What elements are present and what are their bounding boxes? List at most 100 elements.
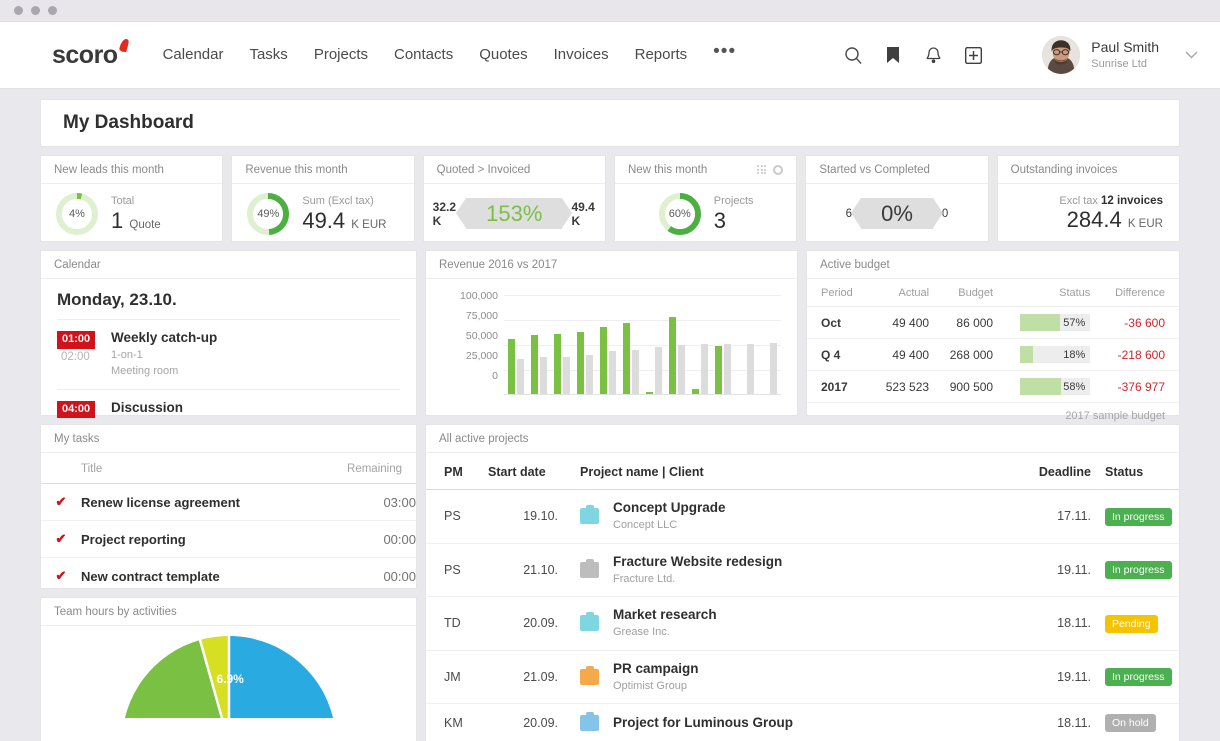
calendar-event[interactable]: 01:00 02:00 Weekly catch-up 1-on-1 Meeti…: [57, 319, 400, 389]
bar-2016: [655, 347, 662, 395]
status-bar: 18%: [1020, 346, 1090, 363]
cell-status: 18%: [997, 339, 1094, 371]
nav-item-invoices[interactable]: Invoices: [554, 46, 609, 63]
calendar-widget[interactable]: Calendar Monday, 23.10. 01:00 02:00 Week…: [40, 250, 417, 416]
task-check-icon[interactable]: ✔: [41, 521, 81, 558]
bar-group: [596, 295, 619, 395]
project-folder-icon: [580, 508, 599, 524]
project-client: Grease Inc.: [613, 624, 717, 641]
kpi-title: New this month: [628, 164, 707, 176]
table-row[interactable]: Q 449 400268 00018%-218 600: [807, 339, 1179, 371]
active-budget-widget[interactable]: Active budget Period Actual Budget Statu…: [806, 250, 1180, 416]
user-company: Sunrise Ltd: [1091, 57, 1159, 71]
nav-item-projects[interactable]: Projects: [314, 46, 368, 63]
project-client: Optimist Group: [613, 678, 699, 695]
list-item[interactable]: ✔Renew license agreement03:00: [41, 484, 416, 521]
project-name: Fracture Website redesign: [613, 554, 782, 569]
kpi-widget-revenue[interactable]: Revenue this month 49% Sum (Excl tax) 49…: [231, 155, 414, 242]
chart-y-axis: 100,000 75,000 50,000 25,000 0: [440, 291, 498, 391]
bookmark-icon[interactable]: [876, 38, 910, 72]
nav-more-menu[interactable]: •••: [713, 46, 736, 63]
scoro-logo[interactable]: scoro: [52, 43, 129, 68]
table-row[interactable]: JM21.09.PR campaignOptimist Group19.11.I…: [426, 650, 1179, 704]
list-item[interactable]: ✔New contract template00:00: [41, 558, 416, 595]
col-remaining: Remaining: [315, 453, 416, 484]
all-active-projects-widget[interactable]: All active projects PM Start date Projec…: [425, 424, 1180, 741]
kpi-ratio-badge: 0%: [861, 198, 933, 229]
cell-start-date: 19.10.: [488, 490, 580, 544]
top-navigation-bar: scoro Calendar Tasks Projects Contacts Q…: [0, 22, 1220, 89]
bar-group: [642, 295, 665, 395]
window-titlebar: [0, 0, 1220, 22]
nav-item-quotes[interactable]: Quotes: [479, 46, 527, 63]
window-maximize-button[interactable]: [48, 6, 57, 15]
table-row[interactable]: TD20.09.Market researchGrease Inc.18.11.…: [426, 597, 1179, 651]
cell-difference: -218 600: [1094, 339, 1179, 371]
y-tick: 50,000: [440, 331, 498, 351]
budget-footer: 2017 sample budget: [807, 403, 1179, 422]
nav-item-tasks[interactable]: Tasks: [249, 46, 287, 63]
bar-group: [712, 295, 735, 395]
cell-project: Market research Grease Inc.: [580, 597, 1003, 651]
kpi-widget-started-completed[interactable]: Started vs Completed 6 0% 0: [805, 155, 988, 242]
list-item[interactable]: ✔Project reporting00:00: [41, 521, 416, 558]
task-title: Project reporting: [81, 521, 315, 558]
my-tasks-widget[interactable]: My tasks Title Remaining ✔Renew license …: [40, 424, 417, 589]
chart-title: Revenue 2016 vs 2017: [426, 251, 797, 279]
kpi-widget-new-leads[interactable]: New leads this month 4% Total 1 Quote: [40, 155, 223, 242]
tasks-table-header: Title Remaining: [41, 453, 416, 484]
project-name: Market research: [613, 607, 717, 622]
plus-icon[interactable]: [956, 38, 990, 72]
calendar-event[interactable]: 04:00 Discussion: [57, 389, 400, 428]
table-row[interactable]: 2017523 523900 50058%-376 977: [807, 371, 1179, 403]
chevron-down-icon[interactable]: [1185, 46, 1198, 64]
table-row[interactable]: PS19.10.Concept UpgradeConcept LLC17.11.…: [426, 490, 1179, 544]
gear-icon[interactable]: [773, 165, 783, 175]
cell-deadline: 18.11.: [1003, 597, 1091, 651]
window-close-button[interactable]: [14, 6, 23, 15]
nav-item-contacts[interactable]: Contacts: [394, 46, 453, 63]
y-tick: 100,000: [440, 291, 498, 311]
task-check-icon[interactable]: ✔: [41, 484, 81, 521]
browser-window: scoro Calendar Tasks Projects Contacts Q…: [0, 0, 1220, 741]
cell-project: PR campaign Optimist Group: [580, 650, 1003, 704]
cell-pm: PS: [426, 490, 488, 544]
donut-chart: 60%: [658, 192, 702, 236]
user-profile-menu[interactable]: Paul Smith Sunrise Ltd: [1018, 36, 1198, 74]
kpi-widget-quoted-invoiced[interactable]: Quoted > Invoiced 32.2 K 153% 49.4 K: [423, 155, 606, 242]
task-check-icon[interactable]: ✔: [41, 558, 81, 595]
cell-project: Concept UpgradeConcept LLC: [580, 490, 1003, 544]
projects-table-header: PM Start date Project name | Client Dead…: [426, 453, 1179, 490]
bar-group: [619, 295, 642, 395]
revenue-chart-widget[interactable]: Revenue 2016 vs 2017 100,000 75,000 50,0…: [425, 250, 798, 416]
kpi-value: 3: [714, 208, 726, 233]
status-badge: In progress: [1105, 508, 1172, 526]
project-name: PR campaign: [613, 661, 699, 676]
kpi-widget-new-this-month[interactable]: New this month 60% Proj: [614, 155, 797, 242]
kpi-label: Total: [111, 194, 161, 209]
team-hours-widget[interactable]: Team hours by activities 6.: [40, 597, 417, 741]
bar-2016: [747, 344, 754, 395]
table-row[interactable]: KM20.09.Project for Luminous Group18.11.…: [426, 704, 1179, 741]
cell-pm: TD: [426, 597, 488, 651]
drag-handle-icon[interactable]: [757, 165, 766, 174]
table-row[interactable]: PS21.10.Fracture Website redesignFractur…: [426, 543, 1179, 597]
kpi-value: 49.4: [302, 208, 345, 233]
bell-icon[interactable]: [916, 38, 950, 72]
nav-right-actions: Paul Smith Sunrise Ltd: [830, 36, 1198, 74]
status-percent: 58%: [1063, 381, 1090, 393]
kpi-label: Projects: [714, 194, 754, 209]
nav-item-reports[interactable]: Reports: [635, 46, 688, 63]
bar-2017: [531, 335, 538, 395]
calendar-date: Monday, 23.10.: [57, 290, 400, 310]
table-row[interactable]: Oct49 40086 00057%-36 600: [807, 307, 1179, 339]
project-name: Concept Upgrade: [613, 500, 726, 515]
window-minimize-button[interactable]: [31, 6, 40, 15]
task-remaining: 00:00: [315, 521, 416, 558]
kpi-title: Outstanding invoices: [998, 156, 1179, 184]
kpi-widget-outstanding-invoices[interactable]: Outstanding invoices Excl tax 12 invoice…: [997, 155, 1180, 242]
status-bar: 58%: [1020, 378, 1090, 395]
search-icon[interactable]: [836, 38, 870, 72]
left-column: My tasks Title Remaining ✔Renew license …: [40, 424, 417, 741]
nav-item-calendar[interactable]: Calendar: [163, 46, 224, 63]
